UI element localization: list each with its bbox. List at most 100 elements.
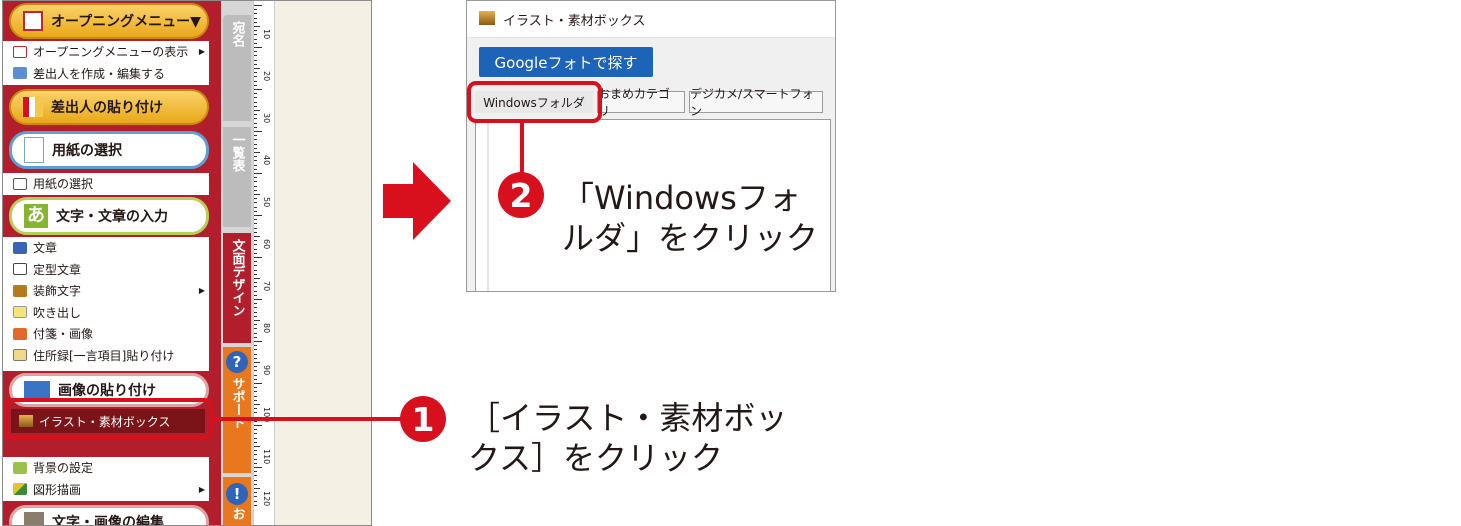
ruler-tick xyxy=(254,156,257,158)
ruler-tick xyxy=(254,168,257,170)
ruler-tick xyxy=(254,252,257,254)
step-2-badge: 2 xyxy=(498,172,544,218)
balloon-icon xyxy=(13,306,27,319)
ruler-tick xyxy=(254,55,257,57)
menu-item-opening-display[interactable]: オープニングメニューの表示 ▶ xyxy=(3,41,209,63)
menu-window-icon xyxy=(23,11,43,31)
ruler-tick xyxy=(254,294,257,296)
menu-item-paper-select[interactable]: 用紙の選択 xyxy=(3,173,209,195)
menu-item-sticky[interactable]: 付箋・画像 xyxy=(3,323,209,345)
step-2-caption-line1: 「Windowsフォ xyxy=(562,179,801,217)
ruler-tick xyxy=(254,210,257,212)
opening-menu-button[interactable]: オープニングメニュー▼ xyxy=(9,3,209,39)
ruler-tick xyxy=(254,311,257,313)
ruler-tick xyxy=(254,122,257,124)
ruler-tick xyxy=(254,324,257,326)
ruler-tick xyxy=(254,72,257,74)
ruler-tick xyxy=(254,479,257,481)
box-icon xyxy=(479,11,495,25)
ruler-tick xyxy=(254,248,257,250)
menu-item-text[interactable]: 文章 xyxy=(3,237,209,259)
ruler-tick xyxy=(254,391,257,393)
menu-item-decor-text[interactable]: 装飾文字 ▶ xyxy=(3,280,209,302)
ruler-tick xyxy=(254,160,257,162)
ruler-tick xyxy=(254,93,257,95)
ruler-tick xyxy=(254,269,257,271)
menu-item-sender-edit[interactable]: 差出人を作成・編集する xyxy=(3,63,209,85)
ruler-tick xyxy=(254,244,257,246)
ruler-label: 40 xyxy=(262,155,271,166)
text-input-header[interactable]: あ 文字・文章の入力 xyxy=(9,197,209,235)
ruler-tick xyxy=(254,84,257,86)
ruler-tick xyxy=(254,315,257,317)
connector-line-2 xyxy=(520,123,524,173)
ruler-tick xyxy=(254,349,257,351)
menu-window-icon xyxy=(13,45,27,58)
opening-menu-list: オープニングメニューの表示 ▶ 差出人を作成・編集する xyxy=(3,41,209,85)
ruler-tick xyxy=(254,353,257,355)
ruler-label: 30 xyxy=(262,113,271,124)
step-2-caption-line2: ルダ」をクリック xyxy=(562,219,819,257)
ruler-tick xyxy=(254,454,257,456)
ruler-label: 90 xyxy=(262,365,271,376)
ruler-label: 60 xyxy=(262,239,271,250)
google-photo-button[interactable]: Googleフォトで探す xyxy=(479,47,653,77)
side-tabs: 宛名 一覧表 文面デザイン サポート ? お ! xyxy=(221,1,253,525)
tab-omame-category[interactable]: おまめカテゴリ xyxy=(597,87,685,118)
ruler-tick xyxy=(254,265,257,267)
sender-paste-icon xyxy=(23,97,43,117)
ruler-tick xyxy=(254,458,257,460)
ruler-tick xyxy=(254,378,257,380)
shape-icon xyxy=(13,483,27,496)
ruler-tick xyxy=(254,42,257,44)
ruler-tick xyxy=(254,219,257,221)
ruler-tick xyxy=(254,450,257,452)
ruler-tick xyxy=(254,462,257,464)
paper-select-header[interactable]: 用紙の選択 xyxy=(9,131,209,169)
ruler-tick xyxy=(254,51,257,53)
ruler-label: 20 xyxy=(262,71,271,82)
ruler-tick xyxy=(254,282,257,284)
menu-item-address-paste[interactable]: 住所録[一言項目]貼り付け xyxy=(3,345,209,367)
ruler-tick xyxy=(254,362,260,363)
ruler-tick xyxy=(254,223,257,225)
ruler-tick xyxy=(254,147,257,149)
ruler-tick xyxy=(254,374,257,376)
ruler-label: 10 xyxy=(262,29,271,40)
ruler-tick xyxy=(254,118,257,120)
menu-item-template-text[interactable]: 定型文章 xyxy=(3,259,209,281)
ruler-tick xyxy=(254,496,257,498)
submenu-arrow-icon: ▶ xyxy=(198,484,205,494)
ruler-tick xyxy=(254,97,257,99)
ruler-tick xyxy=(254,76,257,78)
ruler-tick xyxy=(254,332,257,334)
edit-header[interactable]: 文字・画像の編集 xyxy=(9,505,209,525)
ruler-tick xyxy=(254,105,257,107)
ruler-tick xyxy=(254,227,257,229)
menu-item-balloon[interactable]: 吹き出し xyxy=(3,302,209,324)
sticky-icon xyxy=(13,327,27,340)
ruler-tick xyxy=(254,257,262,258)
image-icon xyxy=(24,381,50,399)
submenu-arrow-icon: ▶ xyxy=(198,286,205,296)
ruler-tick xyxy=(254,236,260,237)
ruler-tick xyxy=(254,9,257,11)
right-arrow-icon xyxy=(383,162,451,240)
tab-list[interactable]: 一覧表 xyxy=(223,127,251,227)
ruler-tick xyxy=(254,63,257,65)
ruler-tick xyxy=(254,17,257,19)
ruler-tick xyxy=(254,38,257,40)
highlight-windows-tab xyxy=(467,81,602,123)
menu-item-background[interactable]: 背景の設定 xyxy=(3,457,209,479)
ruler-tick xyxy=(254,5,262,6)
tab-address[interactable]: 宛名 xyxy=(223,15,251,121)
sender-paste-button[interactable]: 差出人の貼り付け xyxy=(9,89,209,125)
menu-item-shape[interactable]: 図形描画 ▶ xyxy=(3,479,209,501)
paper-icon xyxy=(24,137,44,163)
tab-design[interactable]: 文面デザイン xyxy=(223,233,251,343)
ruler-tick xyxy=(254,492,257,494)
ruler-tick xyxy=(254,299,262,300)
ruler-tick xyxy=(254,483,257,485)
ruler-tick xyxy=(254,185,257,187)
tab-digicam[interactable]: デジカメ/スマートフォン xyxy=(689,87,823,118)
